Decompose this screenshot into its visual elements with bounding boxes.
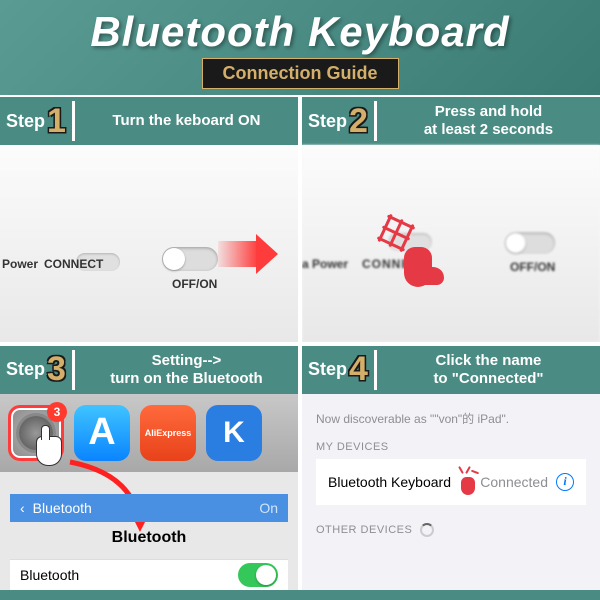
- appstore-app-icon[interactable]: A: [74, 405, 130, 461]
- step-text: Step: [308, 111, 347, 132]
- discoverable-text: Now discoverable as ""von"的 iPad".: [316, 410, 586, 427]
- step-instruction: Click the name to "Connected": [377, 346, 600, 394]
- appstore-glyph: A: [88, 411, 115, 454]
- bluetooth-toggle-row[interactable]: Bluetooth: [10, 559, 288, 591]
- step-2: Step 2 Press and hold at least 2 seconds…: [302, 97, 600, 342]
- offon-label: OFF/ON: [172, 277, 217, 291]
- step-number: 3: [47, 350, 66, 389]
- aliexpress-app-icon[interactable]: AliExpress: [140, 405, 196, 461]
- other-devices-header: OTHER DEVICES: [316, 523, 586, 537]
- bluetooth-nav-bar[interactable]: ‹ Bluetooth On: [10, 494, 288, 522]
- connect-label: CONNECT: [44, 257, 103, 271]
- step-text: Step: [6, 359, 45, 380]
- step-4: Step 4 Click the name to "Connected" Now…: [302, 346, 600, 591]
- bluetooth-nav-title: Bluetooth: [33, 500, 92, 516]
- step-4-content: Now discoverable as ""von"的 iPad". MY DE…: [302, 394, 600, 591]
- back-chevron-icon[interactable]: ‹: [20, 500, 25, 516]
- step-header: Step 2 Press and hold at least 2 seconds: [302, 97, 600, 145]
- tap-indicator-icon: [457, 471, 479, 493]
- step-label: Step 4: [302, 346, 374, 394]
- arrow-icon: [218, 241, 258, 267]
- step-number: 2: [349, 102, 368, 141]
- step-text: Step: [6, 111, 45, 132]
- device-row[interactable]: Bluetooth Keyboard Connected i: [316, 459, 586, 505]
- k-app-icon[interactable]: K: [206, 405, 262, 461]
- step-number: 4: [349, 350, 368, 389]
- step-number: 1: [47, 102, 66, 141]
- my-devices-header: MY DEVICES: [316, 441, 586, 453]
- notification-badge: 3: [47, 402, 67, 422]
- subtitle: Connection Guide: [202, 58, 399, 89]
- keyboard-surface: Power CONNECT OFF/ON: [0, 145, 298, 342]
- keyboard-surface: a Power CONNECT OFF/ON: [302, 145, 600, 342]
- step-1: Step 1 Turn the keboard ON Power CONNECT…: [0, 97, 298, 342]
- step-header: Step 3 Setting--> turn on the Bluetooth: [0, 346, 298, 394]
- power-label: a Power: [302, 257, 348, 271]
- step-2-content: a Power CONNECT OFF/ON: [302, 145, 600, 342]
- step-3: Step 3 Setting--> turn on the Bluetooth …: [0, 346, 298, 591]
- bluetooth-settings-pane: Now discoverable as ""von"的 iPad". MY DE…: [302, 394, 600, 591]
- step-label: Step 3: [0, 346, 72, 394]
- step-instruction: Setting--> turn on the Bluetooth: [75, 346, 298, 394]
- device-name: Bluetooth Keyboard: [328, 474, 451, 490]
- steps-grid: Step 1 Turn the keboard ON Power CONNECT…: [0, 95, 600, 590]
- power-switch[interactable]: [162, 247, 218, 271]
- power-label: Power: [2, 257, 38, 271]
- k-label: K: [223, 416, 245, 450]
- step-1-content: Power CONNECT OFF/ON: [0, 145, 298, 342]
- bluetooth-row-label: Bluetooth: [20, 567, 79, 583]
- step-text: Step: [308, 359, 347, 380]
- bluetooth-on-label: On: [259, 500, 278, 516]
- main-title: Bluetooth Keyboard: [0, 8, 600, 56]
- bluetooth-page-title: Bluetooth: [10, 529, 288, 547]
- offon-label: OFF/ON: [510, 260, 555, 274]
- power-switch[interactable]: [505, 232, 555, 254]
- info-icon[interactable]: i: [556, 473, 574, 491]
- step-label: Step 2: [302, 97, 374, 145]
- ali-label: AliExpress: [145, 428, 192, 438]
- step-3-content: 3 A AliExpress K ‹ Bluetooth On Bluetoot…: [0, 394, 298, 591]
- step-label: Step 1: [0, 97, 72, 145]
- header: Bluetooth Keyboard Connection Guide: [0, 0, 600, 95]
- step-header: Step 4 Click the name to "Connected": [302, 346, 600, 394]
- step-instruction: Turn the keboard ON: [75, 97, 298, 145]
- other-devices-label: OTHER DEVICES: [316, 524, 412, 536]
- step-header: Step 1 Turn the keboard ON: [0, 97, 298, 145]
- step-instruction: Press and hold at least 2 seconds: [377, 97, 600, 145]
- device-status: Connected: [480, 474, 548, 490]
- spinner-icon: [420, 523, 434, 537]
- bluetooth-toggle[interactable]: [238, 563, 278, 587]
